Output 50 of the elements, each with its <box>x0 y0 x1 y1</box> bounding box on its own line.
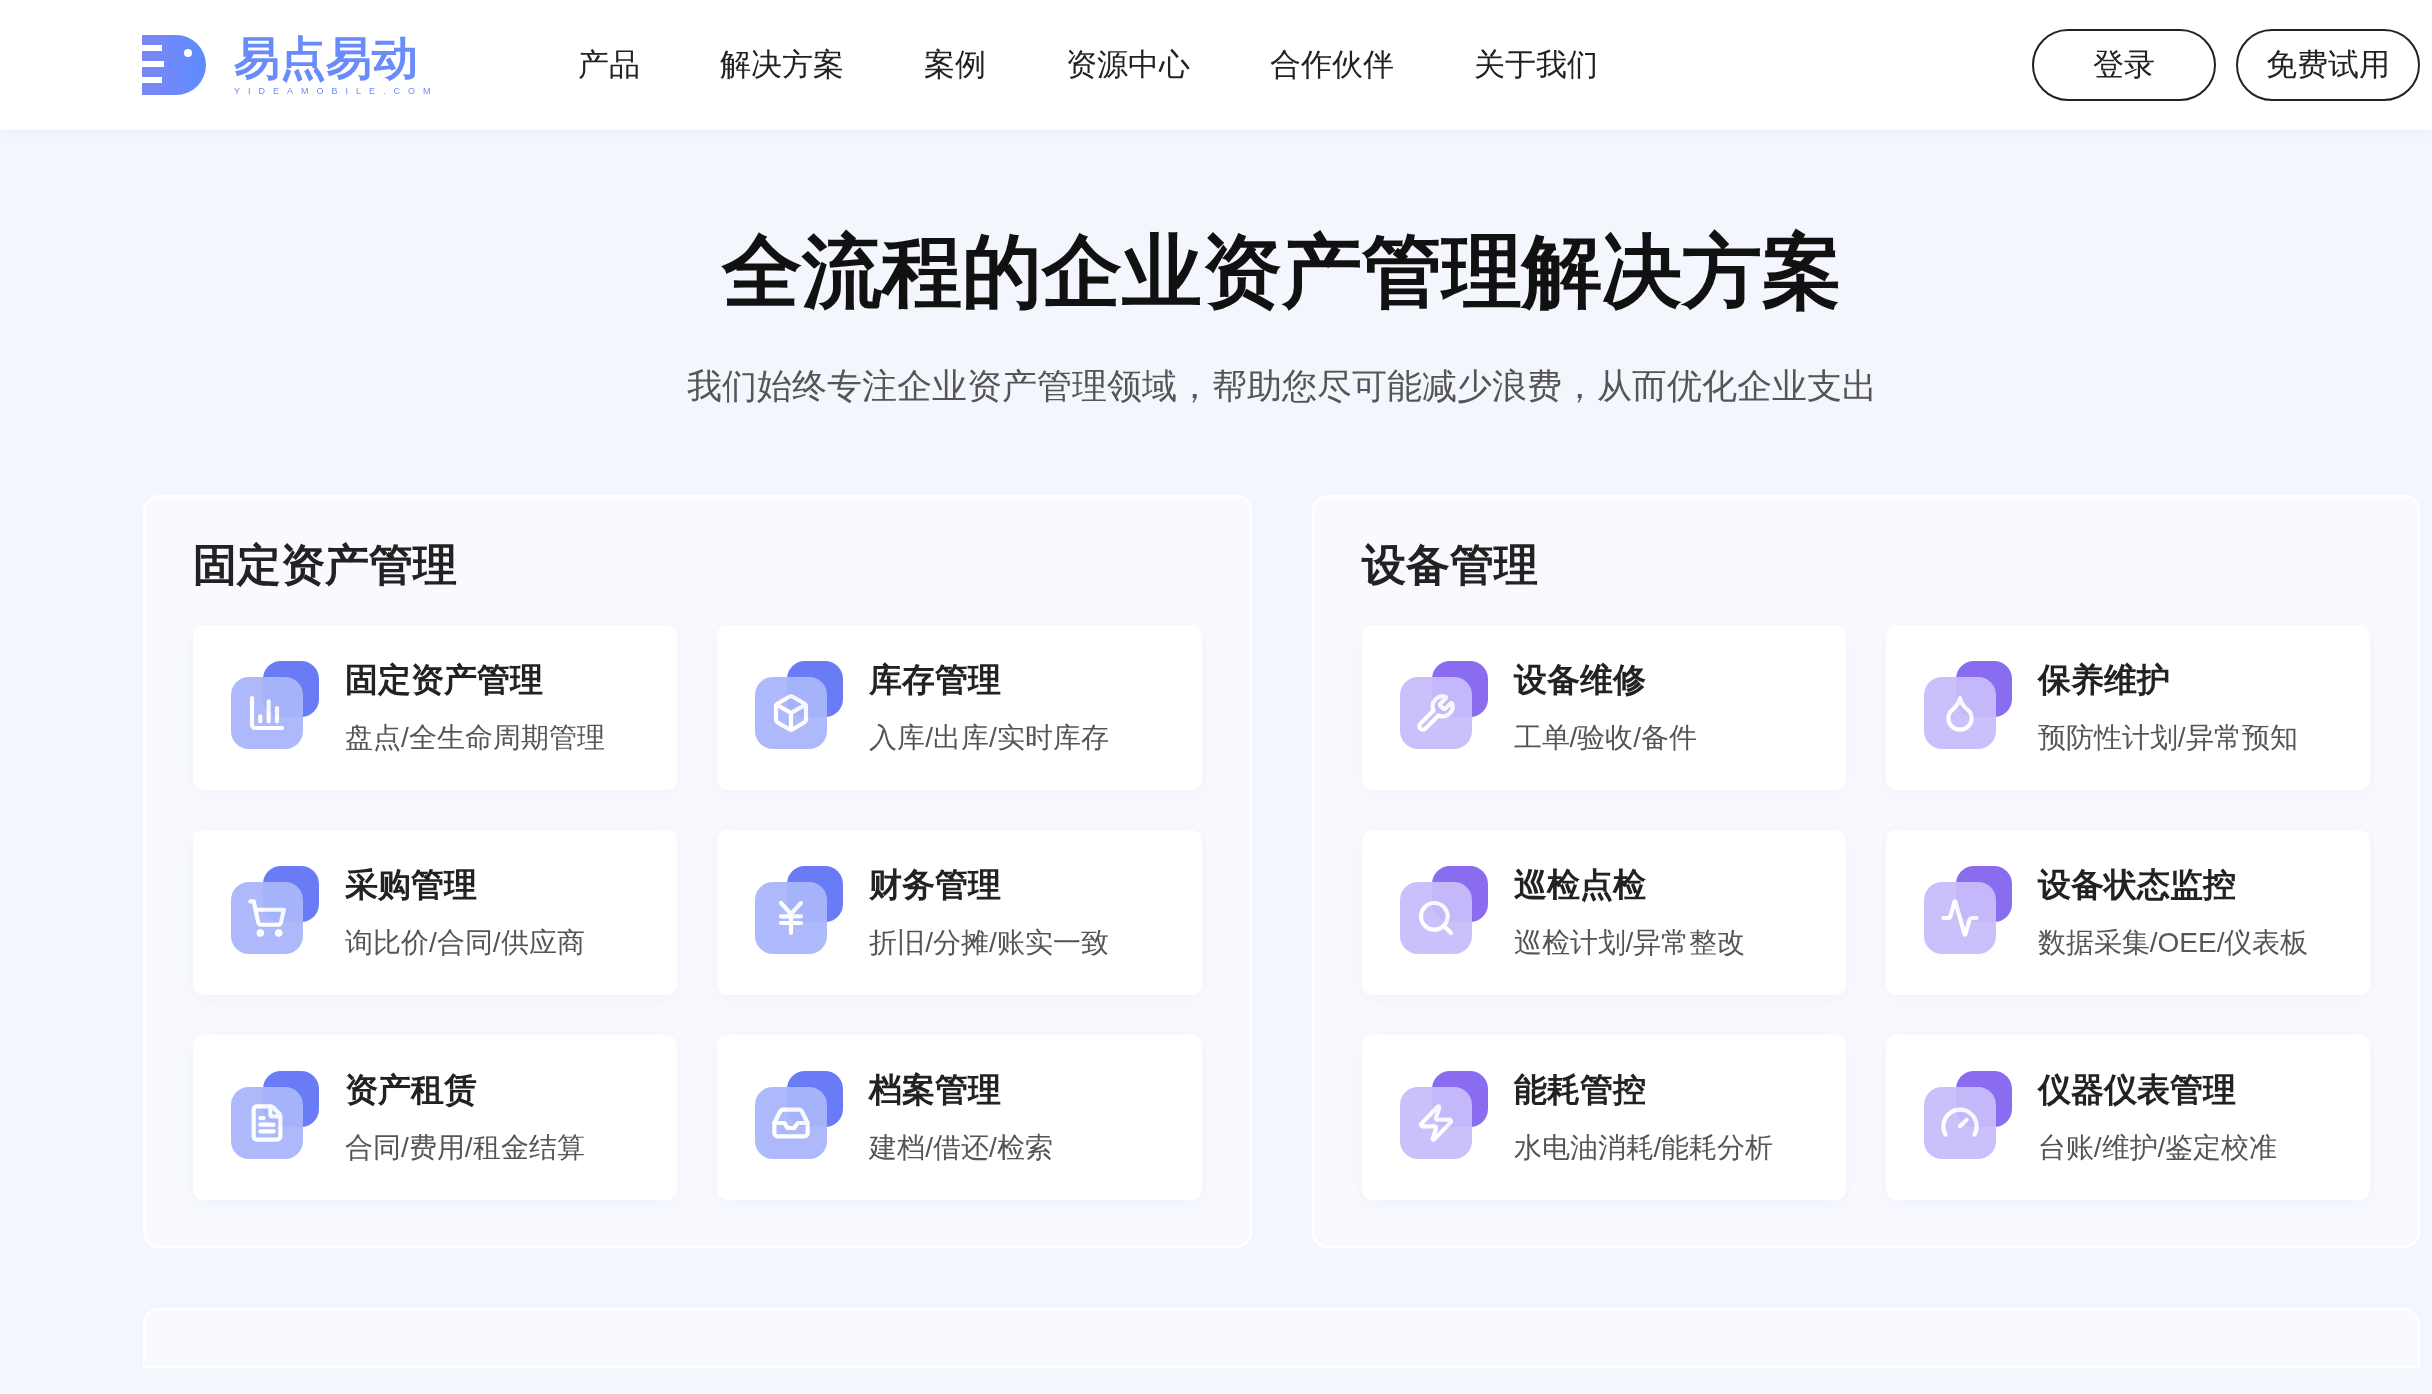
card-title: 设备维修 <box>1513 660 1647 701</box>
card-description: 数据采集/OEE/仪表板 <box>2037 925 2309 960</box>
nav-link[interactable]: 合作伙伴 <box>1270 41 1394 89</box>
card-title: 库存管理 <box>869 660 1003 701</box>
solution-card[interactable]: 财务管理 折旧/分摊/账实一致 <box>717 829 1202 995</box>
login-button[interactable]: 登录 <box>2032 29 2216 101</box>
solution-card[interactable]: 库存管理 入库/出库/实时库存 <box>717 624 1202 790</box>
logo-tagline: YIDEAMOBILE.COM <box>234 85 439 99</box>
panel-title: 固定资产管理 <box>193 538 458 591</box>
card-title: 仪器仪表管理 <box>2037 1070 2237 1111</box>
solution-card[interactable]: 档案管理 建档/借还/检索 <box>717 1034 1202 1200</box>
card-description: 询比价/合同/供应商 <box>345 925 585 960</box>
hero-subtitle: 我们始终专注企业资产管理领域，帮助您尽可能减少浪费，从而优化企业支出 <box>686 365 1877 407</box>
logo-text: 易点易动 <box>234 31 418 86</box>
solution-card[interactable]: 采购管理 询比价/合同/供应商 <box>193 829 678 995</box>
card-title: 资产租赁 <box>345 1070 478 1111</box>
solution-card[interactable]: 固定资产管理 盘点/全生命周期管理 <box>193 624 678 790</box>
card-description: 建档/借还/检索 <box>869 1130 1053 1165</box>
solution-card[interactable]: 设备维修 工单/验收/备件 <box>1361 624 1846 790</box>
card-title: 财务管理 <box>869 865 1003 906</box>
card-description: 入库/出库/实时库存 <box>869 720 1109 755</box>
card-description: 折旧/分摊/账实一致 <box>869 925 1109 960</box>
hero-title: 全流程的企业资产管理解决方案 <box>721 226 1842 318</box>
nav-link[interactable]: 案例 <box>924 41 986 89</box>
nav-link[interactable]: 产品 <box>578 41 640 89</box>
nav-link[interactable]: 解决方案 <box>720 41 844 89</box>
card-description: 预防性计划/异常预知 <box>2037 720 2298 755</box>
card-description: 巡检计划/异常整改 <box>1513 925 1746 960</box>
solution-card[interactable]: 资产租赁 合同/费用/租金结算 <box>193 1034 678 1200</box>
panel-title: 设备管理 <box>1361 538 1539 591</box>
card-title: 采购管理 <box>345 865 478 906</box>
nav-link[interactable]: 资源中心 <box>1066 41 1190 89</box>
card-title: 档案管理 <box>869 1070 1003 1111</box>
solution-card[interactable]: 设备状态监控 数据采集/OEE/仪表板 <box>1885 829 2370 995</box>
card-title: 设备状态监控 <box>2037 865 2237 906</box>
solution-card[interactable]: 能耗管控 水电油消耗/能耗分析 <box>1361 1034 1846 1200</box>
card-description: 合同/费用/租金结算 <box>345 1130 585 1165</box>
card-description: 盘点/全生命周期管理 <box>345 720 605 755</box>
solution-card[interactable]: 仪器仪表管理 台账/维护/鉴定校准 <box>1885 1034 2370 1200</box>
card-title: 能耗管控 <box>1513 1070 1647 1111</box>
card-description: 水电油消耗/能耗分析 <box>1513 1130 1774 1165</box>
card-description: 工单/验收/备件 <box>1513 720 1698 755</box>
solution-card[interactable]: 巡检点检 巡检计划/异常整改 <box>1361 829 1846 995</box>
card-title: 固定资产管理 <box>345 660 544 701</box>
nav-link[interactable]: 关于我们 <box>1474 41 1598 89</box>
free-trial-button[interactable]: 免费试用 <box>2236 29 2420 101</box>
card-title: 巡检点检 <box>1513 865 1647 906</box>
card-title: 保养维护 <box>2037 660 2171 701</box>
solution-card[interactable]: 保养维护 预防性计划/异常预知 <box>1885 624 2370 790</box>
card-description: 台账/维护/鉴定校准 <box>2037 1130 2278 1165</box>
